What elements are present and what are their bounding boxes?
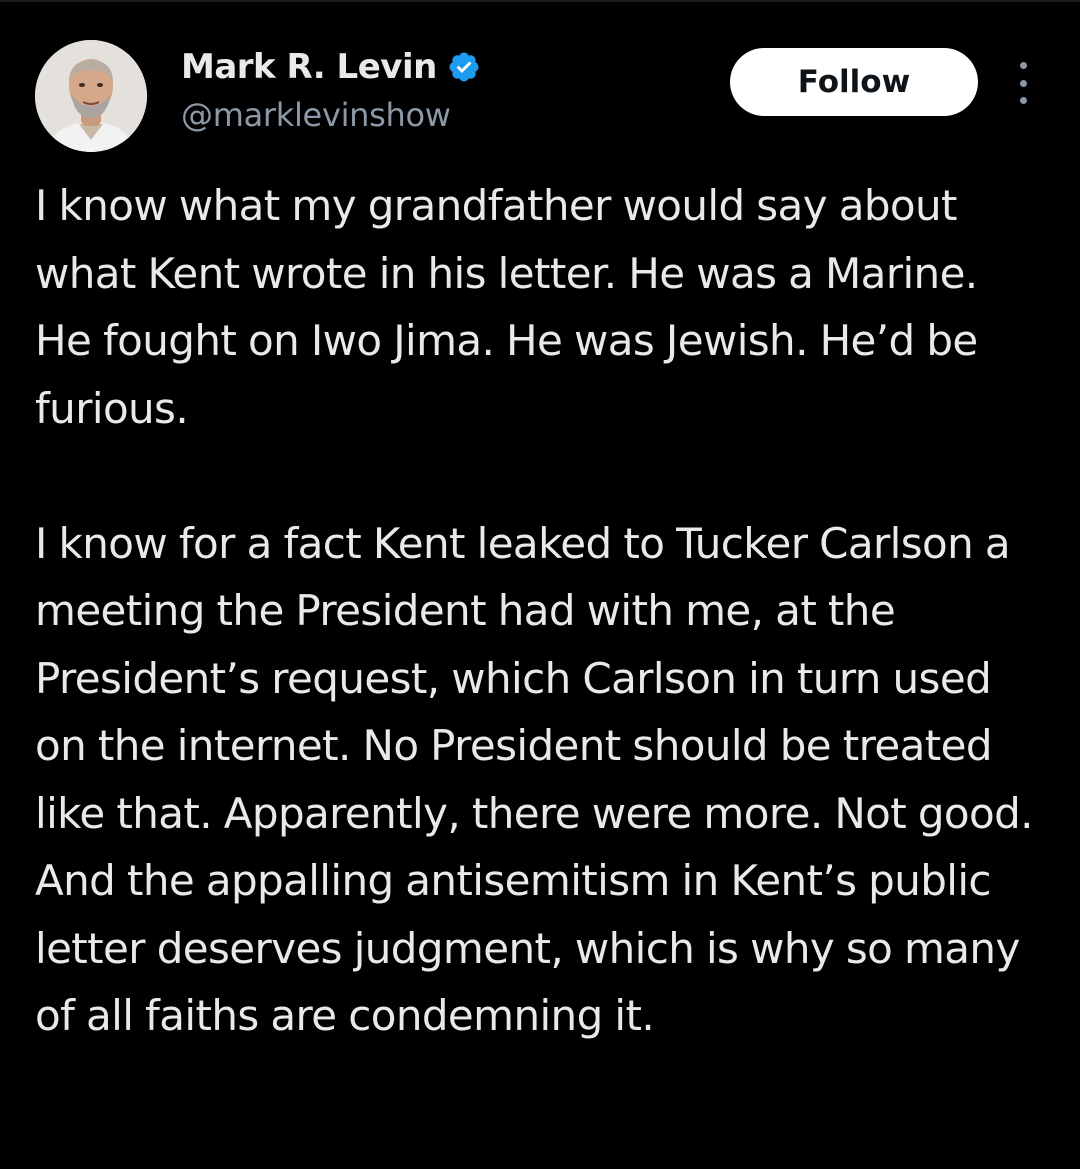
tweet-paragraph: I know what my grandfather would say abo… — [35, 181, 978, 433]
avatar-photo — [35, 40, 147, 152]
tweet-text: I know what my grandfather would say abo… — [35, 172, 1045, 1050]
follow-button[interactable]: Follow — [730, 48, 978, 116]
author-name-row: Mark R. Levin — [181, 42, 481, 92]
more-dot — [1019, 62, 1027, 69]
author-info: Mark R. Levin @marklevinshow — [181, 42, 481, 134]
more-options-icon[interactable] — [1008, 62, 1038, 104]
author-handle[interactable]: @marklevinshow — [181, 96, 481, 134]
tweet-paragraph: I know for a fact Kent leaked to Tucker … — [35, 518, 1034, 1041]
author-display-name[interactable]: Mark R. Levin — [181, 47, 437, 87]
tweet-card: Mark R. Levin @marklevinshow Follow I kn… — [0, 0, 1080, 1169]
more-dot — [1019, 79, 1027, 87]
verified-badge-icon[interactable] — [447, 50, 481, 84]
avatar[interactable] — [35, 40, 147, 152]
more-dot — [1019, 97, 1027, 104]
